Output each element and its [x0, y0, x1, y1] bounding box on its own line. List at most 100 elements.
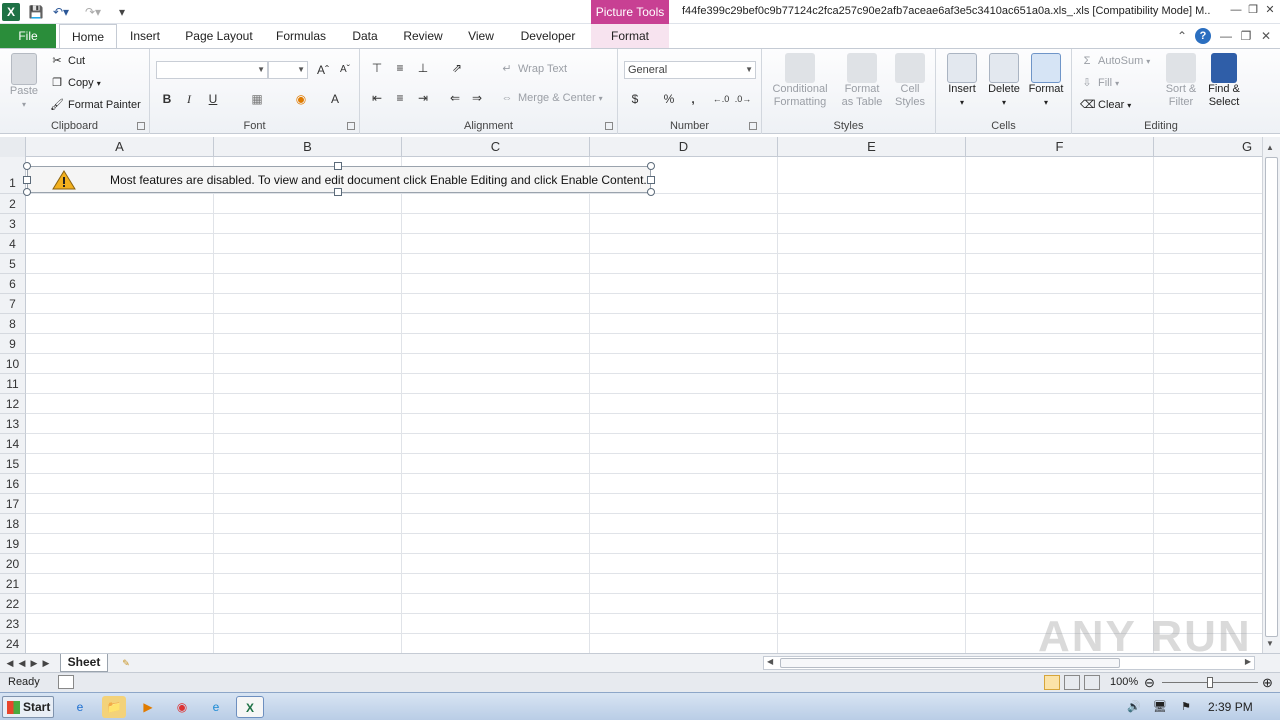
font-color-icon[interactable]: A: [326, 90, 344, 108]
row-header[interactable]: 17: [0, 494, 26, 514]
currency-button[interactable]: $: [626, 90, 644, 108]
resize-handle-bottom[interactable]: [334, 188, 342, 196]
ribbon-collapse-icon[interactable]: ⌃: [1174, 28, 1190, 44]
format-cells-button[interactable]: Format ▾: [1026, 53, 1066, 109]
undo-icon[interactable]: ↶▾: [50, 3, 72, 21]
font-launcher-icon[interactable]: [347, 122, 355, 130]
column-header-d[interactable]: D: [590, 137, 778, 157]
zoom-level[interactable]: 100%: [1110, 676, 1138, 688]
restore-icon[interactable]: ❐: [1245, 2, 1261, 18]
bold-icon[interactable]: B: [158, 90, 176, 108]
find-select-button[interactable]: Find & Select: [1202, 53, 1246, 109]
row-header[interactable]: 10: [0, 354, 26, 374]
media-player-icon[interactable]: ▶: [136, 696, 160, 718]
column-header-a[interactable]: A: [26, 137, 214, 157]
row-header[interactable]: 4: [0, 234, 26, 254]
column-header-e[interactable]: E: [778, 137, 966, 157]
worksheet-grid[interactable]: 1 2 3 4 5 6 7 8 9 10 11 12 13 14 15 16 17 18 19 20 21 22 23 24 …: [0, 157, 1262, 653]
clipboard-launcher-icon[interactable]: [137, 122, 145, 130]
shrink-font-icon[interactable]: Aˇ: [336, 61, 354, 79]
align-right-icon[interactable]: ⇥: [414, 89, 432, 107]
tab-view[interactable]: View: [460, 24, 502, 48]
tab-insert[interactable]: Insert: [122, 24, 168, 48]
row-header[interactable]: 15: [0, 454, 26, 474]
row-header[interactable]: 7: [0, 294, 26, 314]
zoom-slider-knob[interactable]: [1207, 677, 1213, 688]
comma-button[interactable]: ,: [684, 90, 702, 108]
number-launcher-icon[interactable]: [749, 122, 757, 130]
tab-formulas[interactable]: Formulas: [270, 24, 332, 48]
tab-developer[interactable]: Developer: [514, 24, 582, 48]
row-header[interactable]: 16: [0, 474, 26, 494]
ie-icon[interactable]: e: [68, 696, 92, 718]
resize-handle-right[interactable]: [647, 176, 655, 184]
number-format-select[interactable]: General ▼: [624, 61, 756, 79]
resize-handle-top[interactable]: [334, 162, 342, 170]
column-header-b[interactable]: B: [214, 137, 402, 157]
sheet-tab[interactable]: Sheet: [60, 654, 108, 672]
zoom-out-icon[interactable]: ⊖: [1144, 675, 1155, 691]
decrease-decimal-icon[interactable]: .0→: [734, 90, 752, 108]
excel-logo-icon[interactable]: X: [2, 3, 20, 21]
vertical-scroll-thumb[interactable]: [1265, 157, 1278, 637]
volume-icon[interactable]: 🔊: [1124, 696, 1144, 718]
grow-font-icon[interactable]: Aˆ: [314, 61, 332, 79]
tab-file[interactable]: File: [0, 24, 56, 48]
page-break-view-icon[interactable]: [1084, 675, 1100, 690]
insert-sheet-icon[interactable]: ✎: [118, 656, 134, 670]
help-icon[interactable]: ?: [1195, 28, 1211, 44]
minimize-icon[interactable]: —: [1228, 2, 1244, 18]
tab-data[interactable]: Data: [344, 24, 386, 48]
row-header[interactable]: 19: [0, 534, 26, 554]
increase-decimal-icon[interactable]: ←.0: [712, 90, 730, 108]
copy-button[interactable]: ❐ Copy ▾: [50, 76, 101, 90]
save-icon[interactable]: 💾: [28, 3, 44, 21]
select-all-corner[interactable]: [0, 137, 26, 157]
decrease-indent-icon[interactable]: ⇐: [446, 89, 464, 107]
increase-indent-icon[interactable]: ⇒: [468, 89, 486, 107]
tab-page-layout[interactable]: Page Layout: [180, 24, 258, 48]
tab-format[interactable]: Format: [591, 24, 669, 48]
action-center-flag-icon[interactable]: ⚑: [1176, 696, 1196, 718]
row-header[interactable]: 21: [0, 574, 26, 594]
last-sheet-icon[interactable]: ▶: [40, 656, 52, 670]
prev-sheet-icon[interactable]: ◀: [16, 656, 28, 670]
explorer-icon[interactable]: 📁: [102, 696, 126, 718]
row-header[interactable]: 22: [0, 594, 26, 614]
row-header[interactable]: 11: [0, 374, 26, 394]
scroll-left-icon[interactable]: ◀: [767, 657, 773, 666]
next-sheet-icon[interactable]: ▶: [28, 656, 40, 670]
wb-close-icon[interactable]: ✕: [1258, 28, 1274, 44]
first-sheet-icon[interactable]: ◀: [4, 656, 16, 670]
borders-icon[interactable]: ▦: [248, 90, 266, 108]
column-header-f[interactable]: F: [966, 137, 1154, 157]
vertical-scrollbar[interactable]: ▲ ▼: [1262, 137, 1280, 653]
edge-icon[interactable]: e: [204, 696, 228, 718]
alignment-launcher-icon[interactable]: [605, 122, 613, 130]
align-left-icon[interactable]: ⇤: [368, 89, 386, 107]
row-header[interactable]: 14: [0, 434, 26, 454]
network-icon[interactable]: 🖥: [1150, 696, 1170, 718]
tab-home[interactable]: Home: [59, 24, 117, 49]
resize-handle-br[interactable]: [647, 188, 655, 196]
row-header[interactable]: 5: [0, 254, 26, 274]
customize-toolbar-icon[interactable]: ▾: [116, 3, 128, 21]
scroll-up-icon[interactable]: ▲: [1266, 143, 1274, 152]
resize-handle-tr[interactable]: [647, 162, 655, 170]
row-header[interactable]: 18: [0, 514, 26, 534]
row-header[interactable]: 6: [0, 274, 26, 294]
underline-icon[interactable]: U: [204, 90, 222, 108]
macro-record-icon[interactable]: [58, 675, 74, 689]
wb-minimize-icon[interactable]: —: [1218, 28, 1234, 44]
format-painter-button[interactable]: 🖌 Format Painter: [50, 98, 141, 112]
clock[interactable]: 2:39 PM: [1208, 700, 1253, 714]
excel-taskbar-icon[interactable]: X: [236, 696, 264, 718]
resize-handle-bl[interactable]: [23, 188, 31, 196]
row-header[interactable]: 2: [0, 194, 26, 214]
chrome-icon[interactable]: ◉: [170, 696, 194, 718]
row-header[interactable]: 9: [0, 334, 26, 354]
row-header[interactable]: 20: [0, 554, 26, 574]
row-header[interactable]: 24: [0, 634, 26, 653]
align-center-icon[interactable]: ≡: [391, 89, 409, 107]
insert-cells-button[interactable]: Insert ▾: [942, 53, 982, 109]
